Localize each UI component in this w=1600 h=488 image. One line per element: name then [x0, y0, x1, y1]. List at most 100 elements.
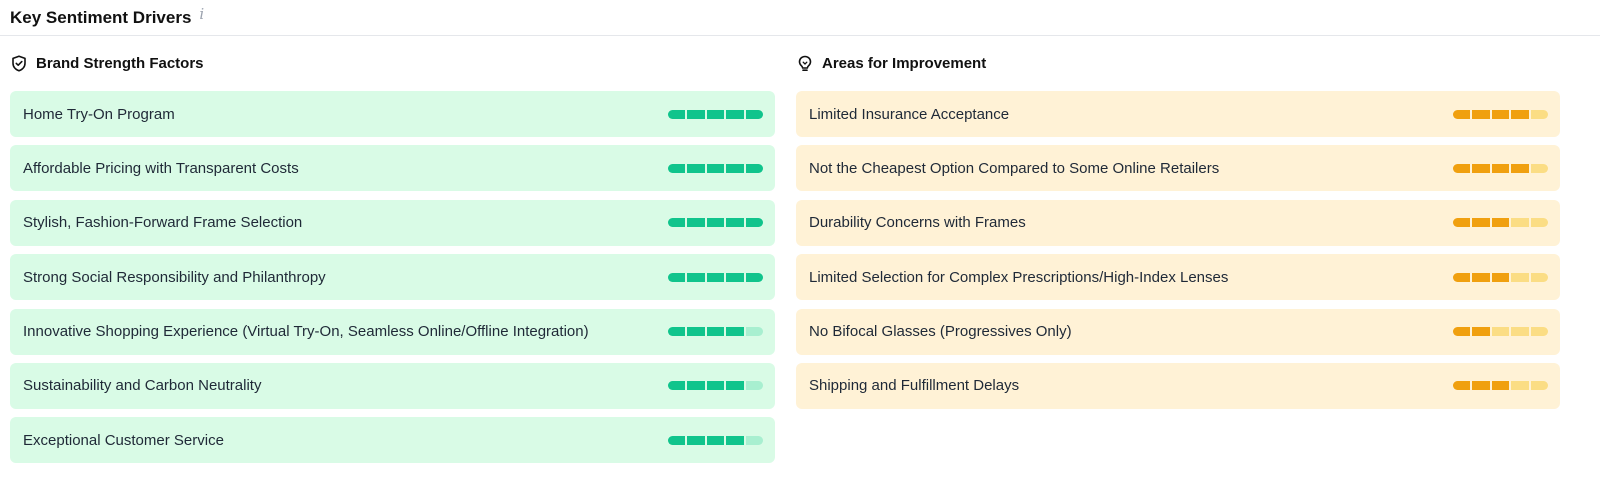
driver-label: Limited Selection for Complex Prescripti… [809, 268, 1229, 286]
driver-label: Durability Concerns with Frames [809, 214, 1026, 232]
score-segment [687, 435, 705, 445]
score-segment [687, 218, 705, 228]
section-header: Key Sentiment Drivers i [0, 0, 1600, 36]
score-segment [1453, 381, 1471, 391]
score-segment [1530, 109, 1549, 119]
score-segment [726, 272, 744, 282]
score-segment [1511, 163, 1529, 173]
score-segment [745, 218, 764, 228]
lightbulb-icon [798, 55, 812, 71]
score-segment [1472, 327, 1490, 337]
brand-strength-heading: Brand Strength Factors [10, 36, 775, 91]
section-title: Key Sentiment Drivers [10, 7, 192, 27]
score-segment [1491, 381, 1510, 391]
brand-strength-list: Home Try-On Program Affordable Pricing wi… [10, 91, 775, 464]
score-segment [1472, 218, 1490, 228]
sentiment-score-bar [1453, 109, 1549, 119]
score-segment [1530, 381, 1549, 391]
driver-label: Home Try-On Program [23, 105, 175, 123]
sentiment-score-bar [1453, 327, 1549, 337]
driver-label: Not the Cheapest Option Compared to Some… [809, 159, 1220, 177]
score-segment [1453, 272, 1471, 282]
score-segment [1453, 163, 1471, 173]
score-segment [668, 163, 686, 173]
brand-strength-column: Brand Strength Factors Home Try-On Progr… [10, 36, 775, 472]
score-segment [1491, 163, 1510, 173]
score-segment [1491, 218, 1510, 228]
score-segment [1530, 218, 1549, 228]
score-segment [745, 272, 764, 282]
score-segment [668, 327, 686, 337]
driver-item: Stylish, Fashion-Forward Frame Selection [10, 199, 775, 246]
score-segment [1530, 272, 1549, 282]
score-segment [668, 109, 686, 119]
sentiment-score-bar [668, 272, 764, 282]
score-segment [745, 163, 764, 173]
score-segment [668, 218, 686, 228]
improvement-column: Areas for Improvement Limited Insurance … [796, 36, 1560, 417]
score-segment [687, 272, 705, 282]
driver-label: Innovative Shopping Experience (Virtual … [23, 323, 589, 341]
driver-item: No Bifocal Glasses (Progressives Only) [796, 308, 1560, 355]
sentiment-score-bar [668, 163, 764, 173]
driver-item: Strong Social Responsibility and Philant… [10, 254, 775, 301]
score-segment [1491, 272, 1510, 282]
score-segment [1472, 272, 1490, 282]
sentiment-score-bar [668, 327, 764, 337]
score-segment [1491, 327, 1510, 337]
driver-item: Exceptional Customer Service [10, 417, 775, 464]
score-segment [726, 163, 744, 173]
score-segment [1472, 163, 1490, 173]
score-segment [668, 381, 686, 391]
score-segment [745, 381, 764, 391]
sentiment-score-bar [1453, 218, 1549, 228]
score-segment [1511, 327, 1529, 337]
driver-label: Shipping and Fulfillment Delays [809, 377, 1020, 395]
score-segment [706, 435, 725, 445]
driver-item: Not the Cheapest Option Compared to Some… [796, 145, 1560, 192]
score-segment [745, 327, 764, 337]
score-segment [1511, 381, 1529, 391]
driver-item: Limited Insurance Acceptance [796, 91, 1560, 137]
score-segment [706, 163, 725, 173]
brand-strength-title: Brand Strength Factors [36, 55, 204, 72]
sentiment-score-bar [668, 435, 764, 445]
sentiment-score-bar [1453, 272, 1549, 282]
score-segment [1453, 109, 1471, 119]
score-segment [706, 218, 725, 228]
score-segment [687, 327, 705, 337]
driver-label: Limited Insurance Acceptance [809, 105, 1010, 123]
score-segment [1530, 327, 1549, 337]
score-segment [706, 272, 725, 282]
score-segment [726, 218, 744, 228]
score-segment [1453, 218, 1471, 228]
driver-item: Innovative Shopping Experience (Virtual … [10, 308, 775, 355]
driver-label: Sustainability and Carbon Neutrality [23, 377, 262, 395]
driver-item: Home Try-On Program [10, 91, 775, 137]
score-segment [706, 327, 725, 337]
driver-item: Shipping and Fulfillment Delays [796, 362, 1560, 409]
sentiment-score-bar [1453, 381, 1549, 391]
driver-item: Affordable Pricing with Transparent Cost… [10, 145, 775, 192]
driver-item: Limited Selection for Complex Prescripti… [796, 254, 1560, 301]
score-segment [1511, 218, 1529, 228]
score-segment [1472, 381, 1490, 391]
score-segment [668, 272, 686, 282]
driver-item: Durability Concerns with Frames [796, 199, 1560, 246]
sentiment-score-bar [1453, 163, 1549, 173]
score-segment [1472, 109, 1490, 119]
score-segment [745, 109, 764, 119]
sentiment-score-bar [668, 218, 764, 228]
score-segment [745, 435, 764, 445]
score-segment [1491, 109, 1510, 119]
score-segment [706, 109, 725, 119]
driver-label: Stylish, Fashion-Forward Frame Selection [23, 214, 303, 232]
score-segment [726, 109, 744, 119]
driver-label: Affordable Pricing with Transparent Cost… [23, 159, 299, 177]
info-icon[interactable]: i [199, 5, 204, 23]
improvement-title: Areas for Improvement [822, 55, 987, 72]
score-segment [706, 381, 725, 391]
score-segment [668, 435, 686, 445]
score-segment [726, 435, 744, 445]
score-segment [1511, 272, 1529, 282]
